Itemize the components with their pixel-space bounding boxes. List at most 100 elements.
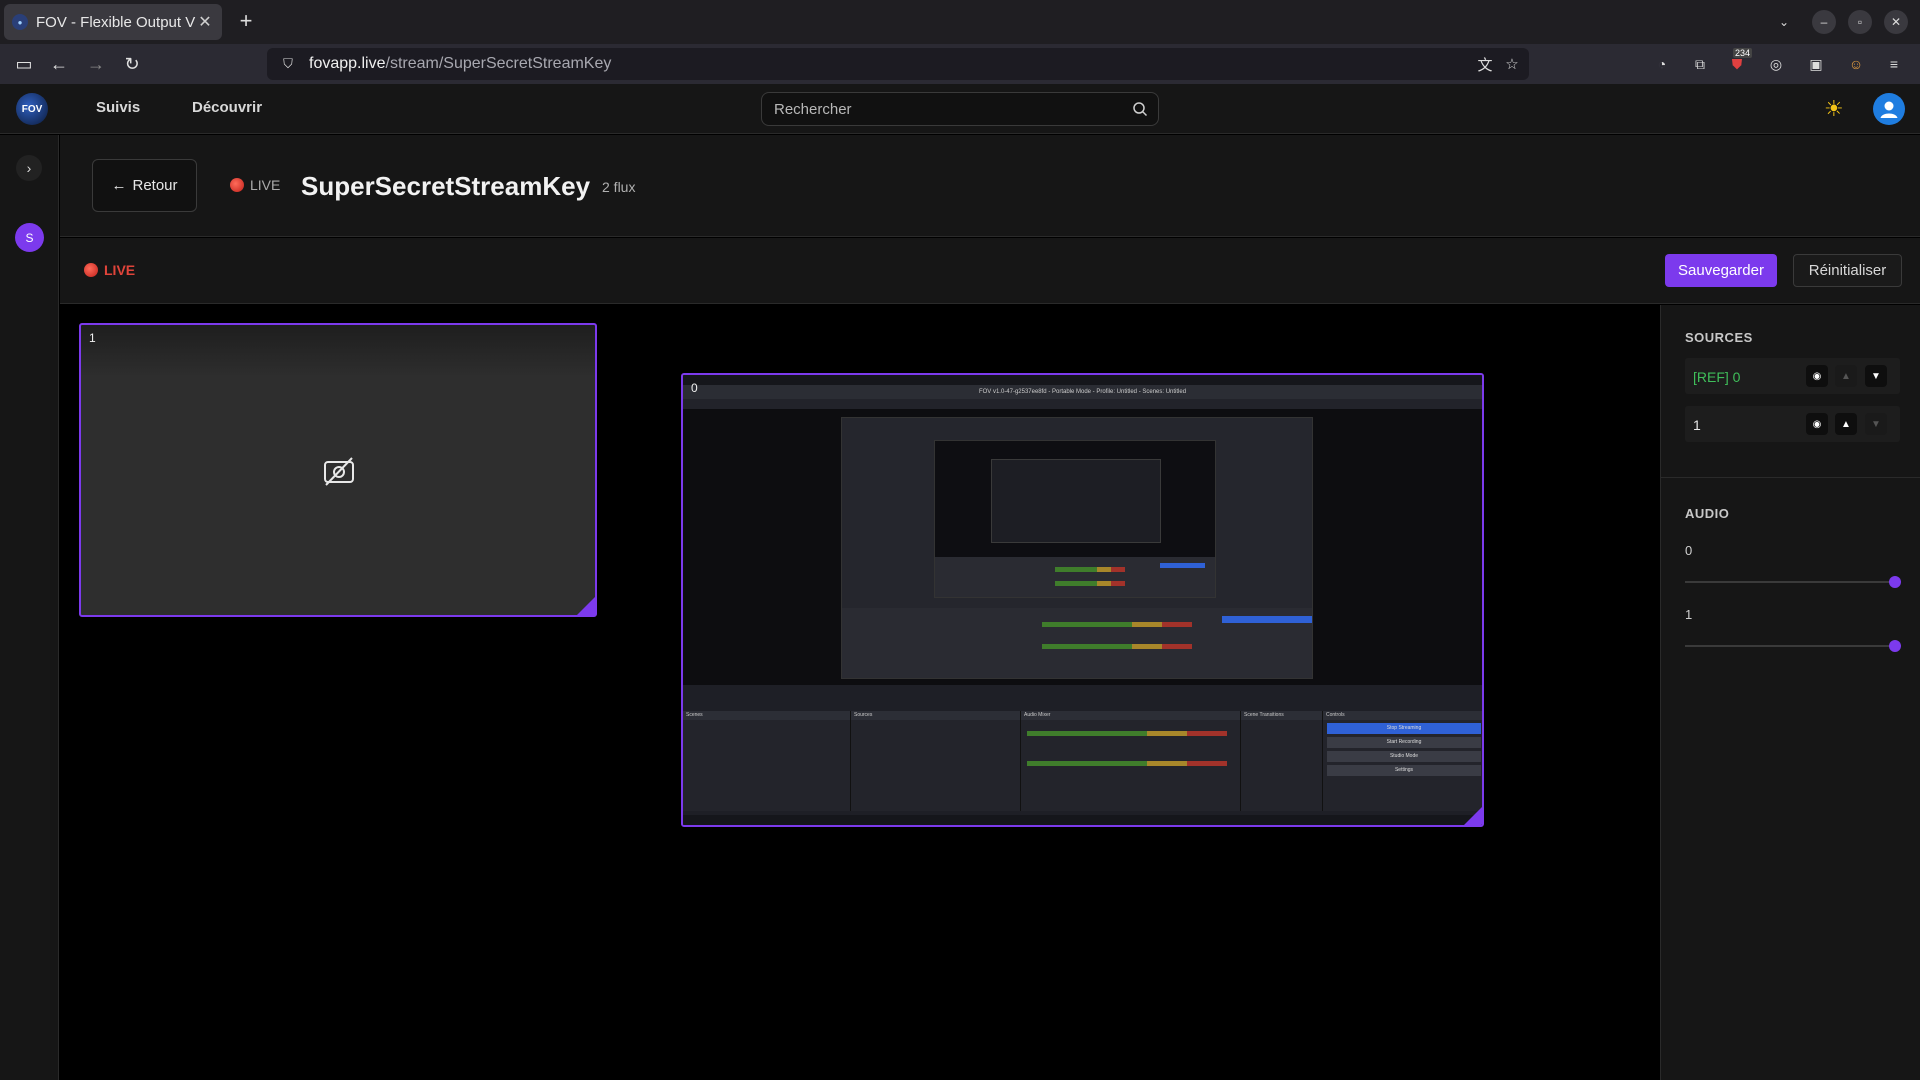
move-down-icon[interactable]: ▼ [1865, 413, 1887, 435]
browser-tab[interactable]: ● FOV - Flexible Output V ✕ [4, 4, 222, 40]
nested-meter [1042, 644, 1192, 649]
move-up-icon[interactable]: ▲ [1835, 365, 1857, 387]
bookmark-star-icon[interactable]: ☆ [1502, 54, 1522, 74]
expand-sidebar-chevron-icon[interactable]: › [16, 155, 42, 181]
sidebar-toggle-icon[interactable]: ▭ [10, 50, 38, 78]
back-button[interactable]: ← Retour [92, 159, 197, 212]
obs-docks: Scenes Sources Audio Mixer Scene Transit… [683, 711, 1482, 811]
visibility-eye-icon[interactable]: ◉ [1806, 413, 1828, 435]
ublock-extension-icon[interactable]: ⛊ 234 [1727, 48, 1753, 74]
user-avatar-icon[interactable] [1873, 93, 1905, 125]
flux-count: 2 flux [602, 179, 636, 195]
followed-channel-avatar[interactable]: S [15, 223, 44, 252]
nested-control [1222, 616, 1312, 623]
resize-handle[interactable] [577, 597, 595, 615]
tile-label: 1 [89, 331, 96, 345]
source-row-ref0[interactable]: [REF] 0 ◉ ▲ ▼ [1685, 358, 1900, 394]
obs-window-title: FOV v1.0-47-g2537ee8fd - Portable Mode -… [683, 385, 1482, 399]
audio-channel-label: 0 [1685, 543, 1693, 558]
live-indicator: LIVE [84, 262, 135, 278]
nested-preview-1 [841, 417, 1313, 679]
glasses-extension-icon[interactable]: ◎ [1766, 54, 1786, 74]
obs-menu-bar [683, 399, 1482, 409]
reload-icon[interactable]: ↻ [118, 50, 146, 78]
right-panel: SOURCES [REF] 0 ◉ ▲ ▼ 1 ◉ ▲ ▼ AUDIO 0 1 [1660, 305, 1920, 1080]
back-arrow-icon[interactable]: ← [45, 50, 73, 78]
tab-close-icon[interactable]: ✕ [196, 12, 214, 32]
url-bar[interactable]: ⛉ fovapp.live/stream/SuperSecretStreamKe… [267, 48, 1529, 80]
nested-meter [1042, 622, 1192, 627]
audio-meter [1027, 761, 1227, 766]
nested-meter [1055, 567, 1125, 572]
image-extension-icon[interactable]: ▣ [1806, 54, 1826, 74]
save-button[interactable]: Sauvegarder [1665, 254, 1777, 287]
nested-docks-2 [935, 557, 1215, 597]
translate-icon[interactable]: 文 [1475, 54, 1495, 74]
obs-status-bar [683, 815, 1482, 825]
tab-title: FOV - Flexible Output V [36, 13, 196, 31]
move-down-icon[interactable]: ▼ [1865, 365, 1887, 387]
live-dot-icon [84, 263, 98, 277]
audio-slider-0[interactable] [1685, 576, 1901, 588]
live-label: LIVE [250, 177, 281, 193]
dock-title: Controls [1323, 711, 1482, 720]
source-row-1[interactable]: 1 ◉ ▲ ▼ [1685, 406, 1900, 442]
search-icon[interactable] [1132, 101, 1148, 117]
stream-tile-0[interactable]: FOV v1.0-47-g2537ee8fd - Portable Mode -… [681, 373, 1484, 827]
panel-divider [1661, 477, 1920, 478]
nav-decouvrir[interactable]: Découvrir [192, 99, 262, 116]
nested-meter [1055, 581, 1125, 586]
audio-channel-label: 1 [1685, 607, 1693, 622]
obs-stop-streaming: Stop Streaming [1327, 723, 1481, 734]
browser-navbar: ▭ ← → ↻ ⛉ fovapp.live/stream/SuperSecret… [0, 44, 1920, 84]
stream-titlebar: ← Retour LIVE SuperSecretStreamKey 2 flu… [60, 135, 1920, 237]
resize-handle[interactable] [1464, 807, 1482, 825]
close-window-button[interactable]: ✕ [1884, 10, 1908, 34]
menu-hamburger-icon[interactable]: ≡ [1884, 54, 1904, 74]
clock-extension-icon[interactable]: ◔ [1652, 54, 1672, 74]
sources-title: SOURCES [1685, 330, 1753, 345]
slider-knob[interactable] [1889, 640, 1901, 652]
move-up-icon[interactable]: ▲ [1835, 413, 1857, 435]
theme-sun-icon[interactable]: ☀ [1824, 96, 1844, 122]
obs-controls-dock: Controls Stop Streaming Start Recording … [1323, 711, 1482, 811]
maximize-button[interactable]: ▫ [1848, 10, 1872, 34]
reset-button[interactable]: Réinitialiser [1793, 254, 1902, 287]
stream-tile-1[interactable]: 1 [79, 323, 597, 617]
nav-suivis[interactable]: Suivis [96, 99, 140, 116]
back-button-label: Retour [132, 177, 178, 194]
slider-knob[interactable] [1889, 576, 1901, 588]
extensions-puzzle-icon[interactable]: ⧉ [1690, 54, 1710, 74]
browser-tabstrip: ● FOV - Flexible Output V ✕ + ⌄ – ▫ ✕ [0, 0, 1920, 44]
face-extension-icon[interactable]: ☺ [1846, 54, 1866, 74]
new-tab-button[interactable]: + [232, 8, 260, 36]
obs-system-bar [683, 375, 1482, 385]
search-input[interactable] [774, 100, 1114, 118]
extension-badge: 234 [1733, 48, 1753, 58]
obs-audio-mixer-dock: Audio Mixer [1021, 711, 1241, 811]
obs-transitions-dock: Scene Transitions [1241, 711, 1323, 811]
audio-title: AUDIO [1685, 506, 1730, 521]
app-header: FOV Suivis Découvrir ☀ [0, 84, 1920, 134]
fov-favicon-icon: ● [12, 14, 28, 30]
obs-start-recording: Start Recording [1327, 737, 1481, 748]
fov-logo[interactable]: FOV [16, 93, 48, 125]
source-name: [REF] 0 [1693, 369, 1741, 385]
live-dot-icon [230, 178, 244, 192]
dock-title: Scenes [683, 711, 850, 720]
obs-studio-mode: Studio Mode [1327, 751, 1481, 762]
audio-slider-1[interactable] [1685, 640, 1901, 652]
shield-icon[interactable]: ⛉ [279, 55, 297, 73]
url-path: /stream/SuperSecretStreamKey [385, 55, 612, 72]
dock-title: Scene Transitions [1241, 711, 1322, 720]
minimize-button[interactable]: – [1812, 10, 1836, 34]
forward-arrow-icon[interactable]: → [82, 50, 110, 78]
left-arrow-icon: ← [111, 177, 127, 194]
tab-list-chevron-icon[interactable]: ⌄ [1772, 10, 1796, 34]
camera-off-icon [324, 457, 354, 486]
search-box [761, 92, 1159, 126]
tile-label: 0 [691, 381, 698, 395]
nested-preview-3 [991, 459, 1161, 543]
visibility-eye-icon[interactable]: ◉ [1806, 365, 1828, 387]
dock-title: Sources [851, 711, 1020, 720]
